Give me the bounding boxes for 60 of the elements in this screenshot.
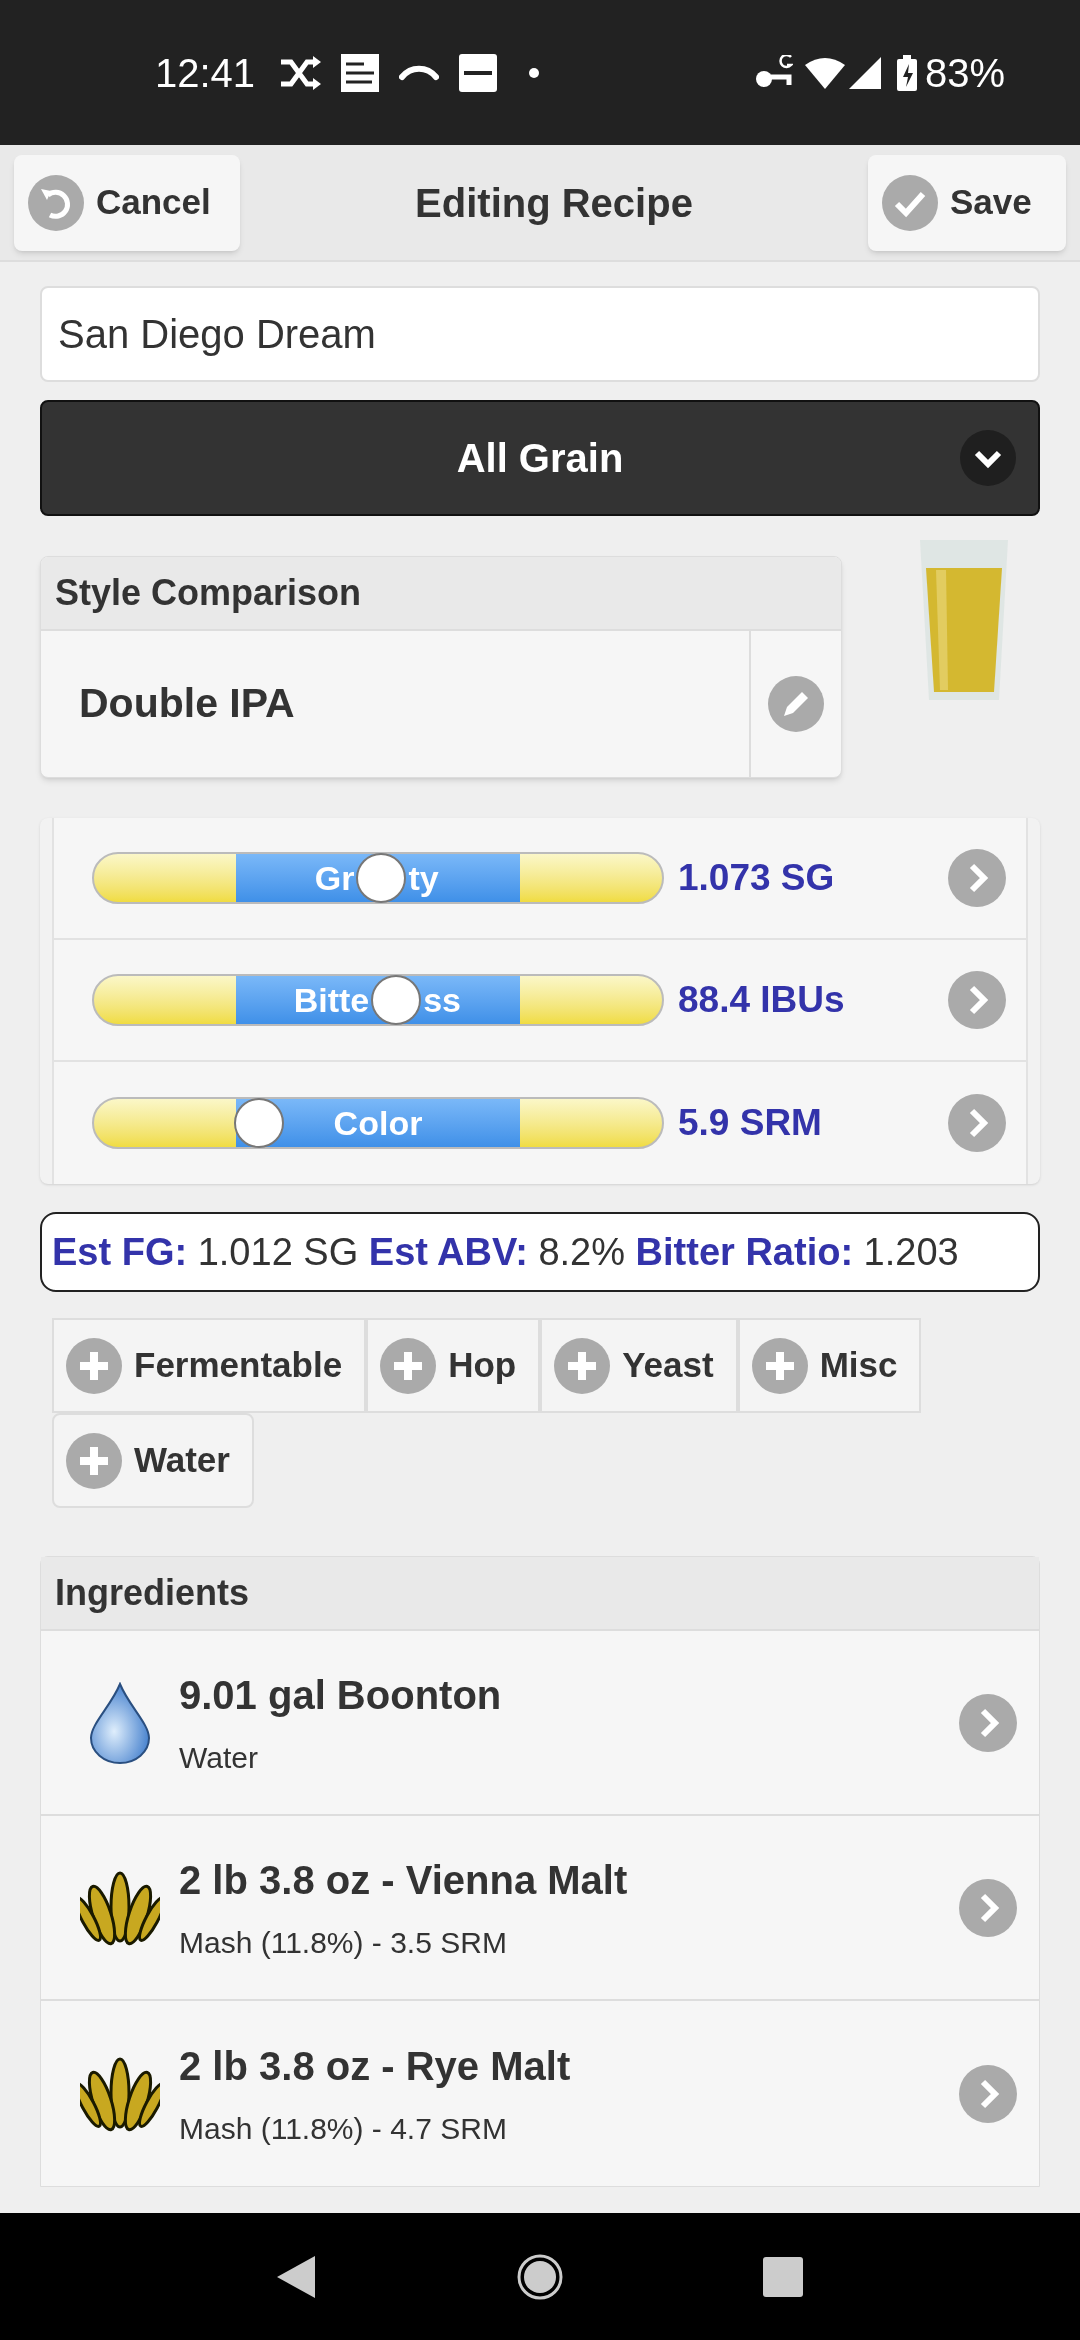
- dot-icon: [529, 67, 540, 78]
- cancel-button[interactable]: Cancel: [14, 154, 240, 251]
- plus-icon: [66, 1432, 122, 1489]
- page-title: Editing Recipe: [415, 179, 693, 227]
- ingredient-detail: Mash (11.8%) - 3.5 SRM: [179, 1925, 508, 1961]
- app-notification-icon: [459, 53, 498, 92]
- ingredient-row[interactable]: 2 lb 3.8 oz - Rye Malt Mash (11.8%) - 4.7 SRM: [41, 2001, 1039, 2186]
- card-title: Ingredients: [55, 1571, 250, 1615]
- back-icon[interactable]: [277, 2255, 317, 2298]
- ingredient-row[interactable]: 2 lb 3.8 oz - Vienna Malt Mash (11.8%) - 3.5 SRM: [41, 1816, 1039, 2001]
- save-button[interactable]: Save: [868, 154, 1066, 251]
- ingredient-name: 9.01 gal Boonton: [179, 1672, 502, 1719]
- home-icon[interactable]: [517, 2253, 563, 2300]
- checkmark-icon: [882, 174, 938, 231]
- add-button[interactable]: Water: [52, 1413, 254, 1508]
- app-notification-icon: [341, 53, 380, 92]
- shuffle-icon: [279, 55, 322, 90]
- add-button[interactable]: Hop: [366, 1318, 541, 1413]
- slider-label: Color: [333, 1103, 423, 1143]
- estimates-text: Est FG: 1.012 SG Est ABV: 8.2% Bitter Ratio: 1.203: [40, 1212, 1040, 1292]
- recipe-type-dropdown[interactable]: All Grain: [40, 400, 1040, 516]
- status-time: 12:41: [155, 49, 256, 97]
- chevron-right-icon[interactable]: [948, 1094, 1006, 1152]
- ingredient-name: 2 lb 3.8 oz - Vienna Malt: [179, 1857, 628, 1904]
- wifi-icon: [804, 56, 845, 89]
- pencil-icon: [768, 676, 824, 732]
- undo-icon: [28, 174, 84, 231]
- chevron-right-icon[interactable]: [948, 971, 1006, 1029]
- chevron-right-icon[interactable]: [959, 1878, 1017, 1937]
- slider-label: Gr: [314, 858, 355, 898]
- chevron-right-icon[interactable]: [948, 849, 1006, 907]
- add-button[interactable]: Misc: [737, 1318, 922, 1413]
- plus-icon: [751, 1337, 808, 1394]
- battery-icon: [896, 54, 917, 91]
- slider-label: Bitte: [293, 980, 370, 1020]
- slider-label: ty: [408, 858, 439, 898]
- recent-apps-icon[interactable]: [763, 2256, 803, 2297]
- add-button[interactable]: Fermentable: [52, 1318, 367, 1413]
- plus-icon: [554, 1337, 611, 1394]
- ingredient-row[interactable]: 9.01 gal Boonton Water: [41, 1631, 1039, 1816]
- ingredient-detail: Mash (11.8%) - 4.7 SRM: [179, 2111, 508, 2147]
- beer-glass-icon: [920, 540, 1008, 700]
- chevron-right-icon[interactable]: [959, 1693, 1017, 1752]
- ingredient-name: 2 lb 3.8 oz - Rye Malt: [179, 2043, 571, 2090]
- water-drop-icon: [89, 1681, 151, 1764]
- plus-icon: [66, 1337, 122, 1394]
- chevron-down-icon: [960, 430, 1016, 486]
- ingredient-detail: Water: [179, 1740, 259, 1776]
- signal-icon: [848, 56, 881, 89]
- recipe-name-field[interactable]: San Diego Dream: [40, 286, 1040, 382]
- style-name: Double IPA: [79, 679, 295, 729]
- add-button[interactable]: Yeast: [540, 1318, 738, 1413]
- plus-icon: [380, 1337, 437, 1394]
- chevron-right-icon[interactable]: [959, 2064, 1017, 2123]
- slider-reading: 1.073 SG: [678, 856, 836, 901]
- slider-label: ss: [423, 980, 461, 1020]
- slider-reading: 88.4 IBUs: [678, 978, 846, 1023]
- battery-percentage: 83%: [924, 49, 1005, 97]
- card-title: Style Comparison: [55, 571, 362, 615]
- slider-reading: 5.9 SRM: [678, 1101, 823, 1146]
